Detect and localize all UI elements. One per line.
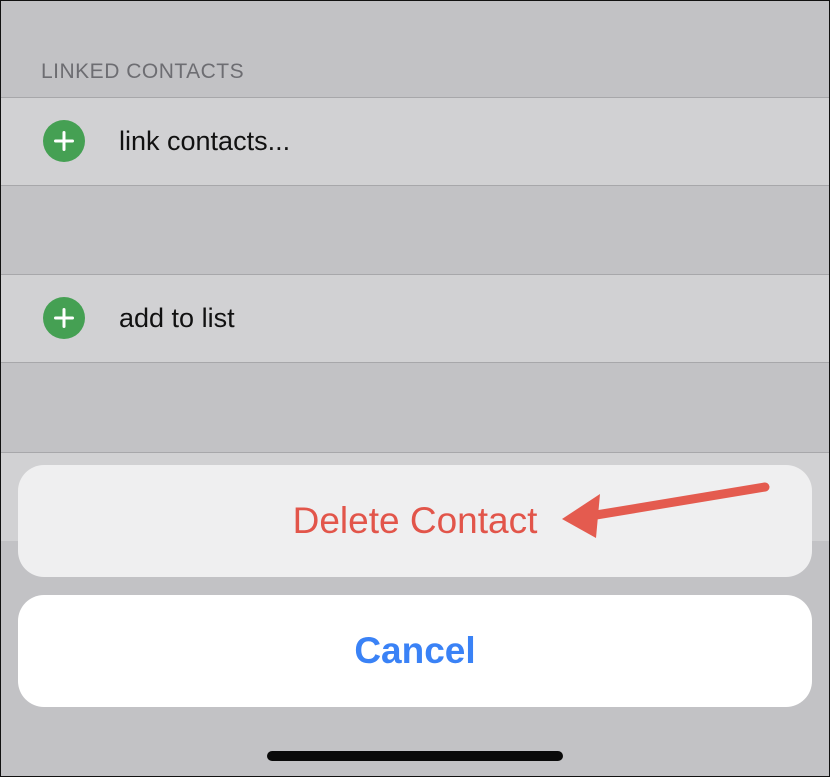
add-to-list-label: add to list	[119, 303, 235, 333]
cancel-button[interactable]: Cancel	[18, 595, 812, 707]
cancel-label: Cancel	[354, 630, 476, 671]
add-to-list-row[interactable]: add to list	[0, 274, 830, 363]
delete-contact-label: Delete Contact	[292, 500, 538, 541]
contact-edit-screen: LINKED CONTACTS link contacts... add to …	[0, 0, 830, 777]
linked-contacts-header: LINKED CONTACTS	[41, 60, 245, 83]
plus-circle-icon[interactable]	[43, 297, 85, 339]
plus-circle-icon[interactable]	[43, 120, 85, 162]
link-contacts-row[interactable]: link contacts...	[0, 97, 830, 186]
delete-contact-button[interactable]: Delete Contact	[18, 465, 812, 577]
link-contacts-label: link contacts...	[119, 126, 291, 156]
home-indicator[interactable]	[267, 751, 563, 761]
